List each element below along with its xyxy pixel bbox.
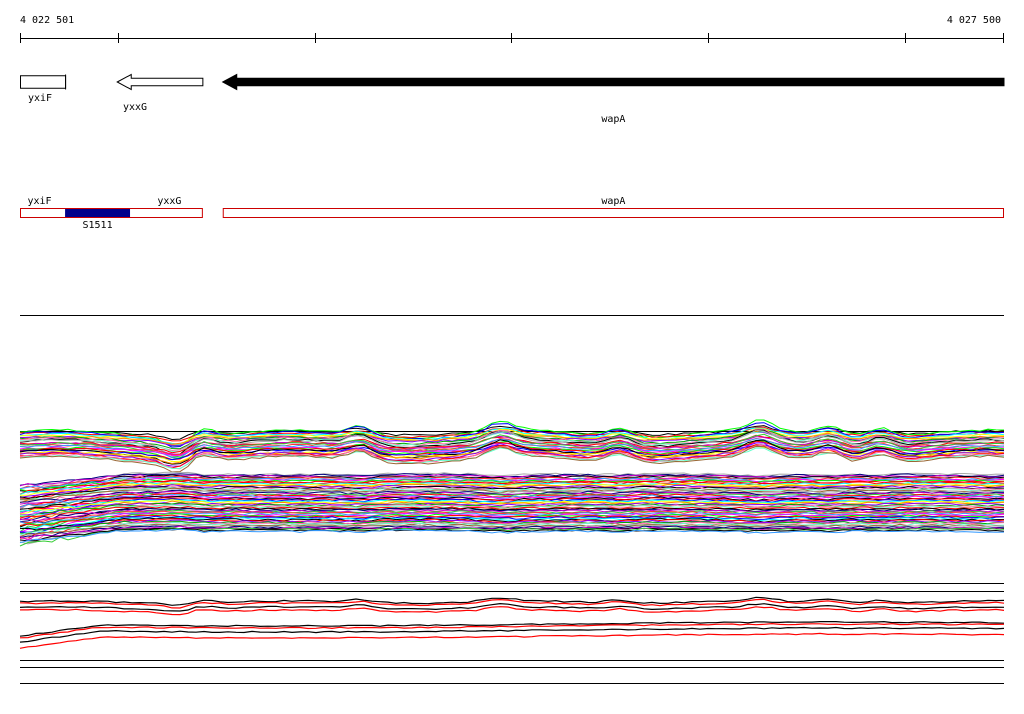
annotation-label: yxxG	[157, 196, 181, 207]
coordinate-ruler: 4 022 501 4 027 500	[20, 15, 1004, 43]
gene-label: wapA	[601, 114, 625, 125]
annotation-track: S1511 yxiF yxxG wapA	[20, 196, 1004, 231]
expression-series-line	[19, 632, 1005, 649]
expression-series-line	[19, 598, 1005, 609]
gene-box[interactable]	[20, 75, 67, 89]
gene-label: yxxG	[123, 102, 147, 113]
gene-label: yxiF	[28, 93, 52, 104]
gene-yxxG[interactable]: yxxG	[116, 73, 204, 114]
start-coordinate-label: 4 022 501	[20, 15, 74, 26]
feature-S1511[interactable]	[65, 209, 131, 217]
gene-yxiF[interactable]: yxiF	[20, 74, 67, 105]
annotation-label: wapA	[601, 196, 625, 207]
gene-arrow[interactable]	[116, 73, 204, 91]
gene-arrow[interactable]	[221, 73, 1005, 91]
gene-wapA[interactable]: wapA	[221, 73, 1005, 126]
end-coordinate-label: 4 027 500	[947, 15, 1001, 26]
gene-track: yxiF yxxG wapA	[20, 73, 1005, 126]
genome-browser: 4 022 501 4 027 500 yxiF yxxG wapA S1511 yx…	[19, 15, 1005, 684]
feature-label: S1511	[83, 220, 113, 231]
expression-panel-multicolor	[19, 419, 1005, 547]
annotation-label: yxiF	[27, 196, 51, 207]
expression-panel-black-red	[19, 583, 1005, 684]
annotation-region-wapA[interactable]	[222, 208, 1004, 218]
